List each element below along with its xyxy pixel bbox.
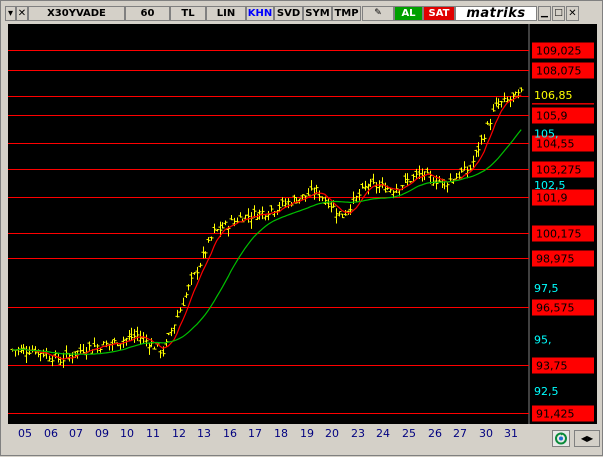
symbol-selector[interactable]: X30YVADE	[28, 6, 125, 21]
currency-button[interactable]: TL	[170, 6, 206, 21]
time-axis-label: 07	[69, 427, 83, 440]
time-axis-label: 25	[402, 427, 416, 440]
level-label: 105,9	[536, 110, 568, 123]
axis-tick-label: 105,	[534, 127, 559, 140]
time-axis-label: 13	[197, 427, 211, 440]
level-label: 108,075	[536, 65, 582, 78]
level-label: 101,9	[536, 192, 568, 205]
scroll-buttons-icon[interactable]: ◀▶	[574, 430, 600, 447]
khn-button[interactable]: KHN	[246, 6, 274, 21]
brand-logo: matriks	[455, 6, 537, 21]
time-axis-label: 12	[172, 427, 186, 440]
tmp-button[interactable]: TMP	[332, 6, 361, 21]
level-label: 93,75	[536, 360, 568, 373]
level-label: 96,575	[536, 302, 575, 315]
refresh-icon[interactable]	[552, 430, 570, 447]
scale-button[interactable]: LIN	[206, 6, 246, 21]
time-axis-label: 11	[146, 427, 160, 440]
time-axis-label: 10	[120, 427, 134, 440]
price-chart[interactable]: 109,025108,075106,8105,9104,55103,275101…	[8, 24, 597, 424]
edit-pen-icon[interactable]: ✎	[362, 6, 394, 21]
menu-dropdown-icon[interactable]: ▾	[5, 6, 16, 21]
level-label: 100,175	[536, 228, 582, 241]
axis-tick-label: 95,	[534, 333, 552, 346]
close-symbol-icon[interactable]: ✕	[16, 6, 28, 21]
minimize-icon[interactable]: ▁	[538, 6, 551, 21]
period-selector[interactable]: 60	[125, 6, 170, 21]
time-axis-label: 30	[479, 427, 493, 440]
toolbar: ▾ ✕ X30YVADE 60 TL LIN KHN SVD SYM TMP ✎…	[3, 3, 600, 23]
time-axis-label: 17	[248, 427, 262, 440]
svd-button[interactable]: SVD	[274, 6, 303, 21]
time-axis-label: 31	[504, 427, 518, 440]
time-axis-label: 19	[300, 427, 314, 440]
time-axis-label: 16	[223, 427, 237, 440]
time-axis-label: 20	[325, 427, 339, 440]
sell-button[interactable]: SAT	[423, 6, 455, 21]
chart-background	[8, 24, 597, 424]
level-label: 103,275	[536, 164, 582, 177]
buy-button[interactable]: AL	[394, 6, 423, 21]
level-label: 91,425	[536, 408, 575, 421]
time-axis-label: 23	[351, 427, 365, 440]
time-axis-label: 27	[453, 427, 467, 440]
chart-window: ▾ ✕ X30YVADE 60 TL LIN KHN SVD SYM TMP ✎…	[0, 0, 603, 456]
time-axis-label: 06	[44, 427, 58, 440]
level-label: 109,025	[536, 45, 582, 58]
last-price-label: 106,85	[534, 89, 573, 102]
axis-tick-label: 102,5	[534, 179, 566, 192]
time-axis-label: 18	[274, 427, 288, 440]
time-axis-label: 09	[95, 427, 109, 440]
time-axis: 05 06 07 09 10 11 12 13 16 17 18 19 20 23 24 25 26 27 30 31…	[1, 424, 603, 457]
price-axis-labels: 109,025108,075106,8105,9104,55103,275101…	[532, 42, 594, 422]
time-axis-label: 05	[18, 427, 32, 440]
level-label: 98,975	[536, 253, 575, 266]
time-axis-label: 26	[428, 427, 442, 440]
sym-button[interactable]: SYM	[303, 6, 332, 21]
time-axis-label: 24	[376, 427, 390, 440]
maximize-icon[interactable]: □	[552, 6, 565, 21]
axis-tick-label: 92,5	[534, 385, 559, 398]
close-window-icon[interactable]: ✕	[566, 6, 579, 21]
axis-tick-label: 97,5	[534, 282, 559, 295]
